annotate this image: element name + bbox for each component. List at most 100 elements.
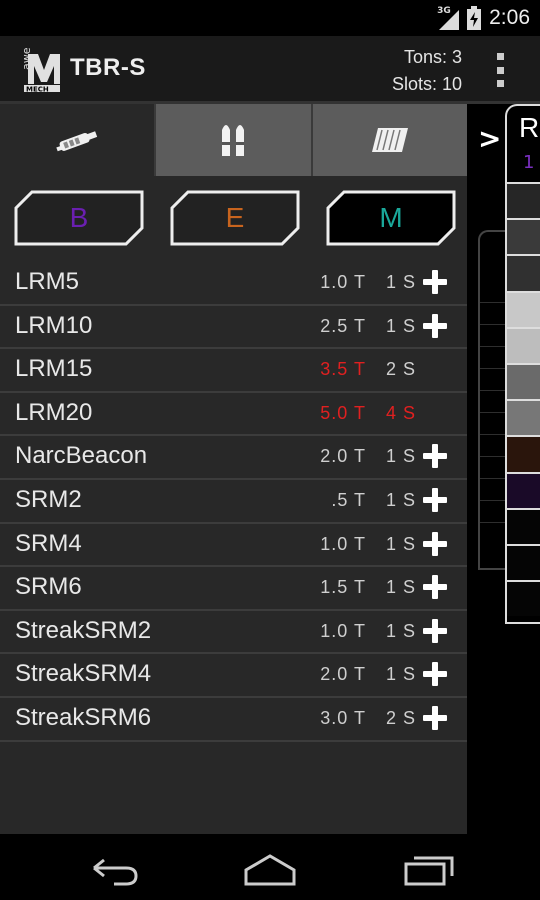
- add-weapon-icon[interactable]: [423, 662, 447, 687]
- tab-armor[interactable]: [310, 104, 467, 176]
- weapon-tons: 1.0 T: [320, 620, 366, 641]
- svg-text:MECH: MECH: [26, 86, 49, 93]
- location-slots: [507, 182, 540, 617]
- category-ballistic-label: B: [69, 202, 89, 233]
- location-slot: [507, 435, 540, 472]
- weapon-tons: 1.5 T: [320, 577, 366, 598]
- location-slot: [507, 218, 540, 255]
- weapon-name: SRM6: [15, 573, 82, 601]
- next-panel-arrow[interactable]: >: [478, 122, 501, 155]
- app-logo: awe MECH: [16, 47, 62, 94]
- weapon-name: SRM4: [15, 529, 82, 557]
- weapon-row[interactable]: SRM6 1.5 T 1 S: [0, 567, 467, 611]
- weapon-name: StreakSRM4: [15, 660, 152, 688]
- weapon-tons: 3.0 T: [320, 707, 366, 728]
- tab-ammo[interactable]: [154, 104, 311, 176]
- weapon-tons: 2.0 T: [320, 664, 366, 685]
- back-icon[interactable]: [84, 848, 144, 888]
- weapon-row[interactable]: StreakSRM6 3.0 T 2 S: [0, 698, 467, 742]
- location-slot: [507, 290, 540, 327]
- location-slot: [507, 471, 540, 508]
- armor-icon: [371, 128, 408, 152]
- weapon-slots: 2 S: [386, 359, 417, 380]
- weapon-slots: 1 S: [386, 577, 417, 598]
- category-missile-label: M: [379, 202, 403, 233]
- add-weapon-icon[interactable]: [423, 618, 447, 643]
- tab-weapons[interactable]: [0, 104, 155, 176]
- weapon-name: SRM2: [15, 485, 82, 513]
- weapon-slots: 1 S: [386, 664, 417, 685]
- category-energy-label: E: [225, 202, 245, 233]
- add-weapon-icon[interactable]: [423, 575, 447, 600]
- overflow-menu-icon[interactable]: [490, 53, 510, 87]
- battery-icon: [467, 6, 482, 30]
- location-slot: [507, 182, 540, 219]
- action-bar: awe MECH TBR-S Tons: 3 Slots: 10: [0, 36, 540, 104]
- location-sub-label: 1: [523, 152, 535, 173]
- weapon-tons: 2.0 T: [320, 446, 366, 467]
- weapon-row[interactable]: LRM10 2.5 T 1 S: [0, 306, 467, 350]
- weapon-slots: 1 S: [386, 272, 417, 292]
- weapon-name: LRM20: [15, 398, 93, 426]
- add-weapon-icon[interactable]: [423, 531, 447, 556]
- weapon-slots: 1 S: [386, 315, 417, 336]
- weapon-row[interactable]: LRM20 5.0 T 4 S: [0, 393, 467, 437]
- navigation-bar: [0, 834, 540, 900]
- add-weapon-icon[interactable]: [423, 444, 447, 469]
- add-weapon-icon[interactable]: [423, 705, 447, 730]
- category-missile-button[interactable]: M: [326, 190, 456, 246]
- category-ballistic-button[interactable]: B: [14, 190, 144, 246]
- add-weapon-icon[interactable]: [423, 270, 447, 294]
- location-slot: [507, 254, 540, 291]
- location-slot: [507, 543, 540, 581]
- tons-label: Tons: 3: [403, 47, 462, 67]
- signal-icon: 3G: [437, 6, 460, 30]
- equipment-panel: B E M LRM5 1.0 T 1 S LRM10 2.5 T 1 S LRM15 3.5 …: [0, 104, 467, 834]
- mech-stats: Tons: 3 Slots: 10: [392, 44, 462, 98]
- weapon-slots: 1 S: [386, 489, 417, 510]
- recents-icon[interactable]: [400, 848, 460, 888]
- equipment-tabs: [0, 104, 467, 176]
- weapon-tons: 5.0 T: [320, 402, 366, 423]
- app-title: TBR-S: [70, 54, 146, 81]
- weapon-category-filter: B E M: [0, 190, 467, 248]
- add-weapon-icon[interactable]: [423, 487, 447, 512]
- home-icon[interactable]: [240, 848, 300, 888]
- weapon-icon: [56, 131, 98, 152]
- weapon-name: StreakSRM6: [15, 703, 152, 731]
- category-energy-button[interactable]: E: [170, 190, 300, 246]
- weapon-row[interactable]: SRM2 .5 T 1 S: [0, 480, 467, 524]
- weapon-row[interactable]: SRM4 1.0 T 1 S: [0, 524, 467, 568]
- location-slot: [507, 507, 540, 544]
- weapon-row[interactable]: StreakSRM2 1.0 T 1 S: [0, 611, 467, 655]
- status-bar: 3G 2:06: [0, 0, 540, 36]
- main-area: B E M LRM5 1.0 T 1 S LRM10 2.5 T 1 S LRM15 3.5 …: [0, 104, 540, 834]
- weapon-row[interactable]: NarcBeacon 2.0 T 1 S: [0, 436, 467, 480]
- weapon-slots: 2 S: [386, 707, 417, 728]
- weapon-name: NarcBeacon: [15, 442, 148, 470]
- clock: 2:06: [489, 6, 530, 29]
- weapon-name: LRM5: [15, 268, 80, 295]
- location-label: R: [519, 112, 540, 143]
- location-slot: [507, 399, 540, 436]
- location-slot: [507, 362, 540, 400]
- weapon-slots: 4 S: [386, 402, 417, 423]
- weapon-row[interactable]: StreakSRM4 2.0 T 1 S: [0, 654, 467, 698]
- location-slot: [507, 326, 540, 363]
- location-slot: [507, 580, 540, 617]
- add-weapon-icon[interactable]: [423, 313, 447, 338]
- weapon-row[interactable]: LRM15 3.5 T 2 S: [0, 349, 467, 393]
- weapon-slots: 1 S: [386, 620, 417, 641]
- weapon-tons: 1.0 T: [320, 272, 366, 292]
- weapon-tons: 3.5 T: [320, 359, 366, 380]
- weapon-name: StreakSRM2: [15, 616, 152, 644]
- ammo-icon: [222, 125, 245, 156]
- background-panel: [478, 230, 508, 570]
- weapon-slots: 1 S: [386, 446, 417, 467]
- location-panel-peek[interactable]: R 1: [505, 104, 540, 624]
- weapon-tons: 2.5 T: [320, 315, 366, 336]
- slots-label: Slots: 10: [391, 74, 462, 94]
- weapon-tons: .5 T: [331, 489, 366, 510]
- weapon-name: LRM15: [15, 355, 93, 383]
- weapon-row[interactable]: LRM5 1.0 T 1 S: [0, 262, 467, 306]
